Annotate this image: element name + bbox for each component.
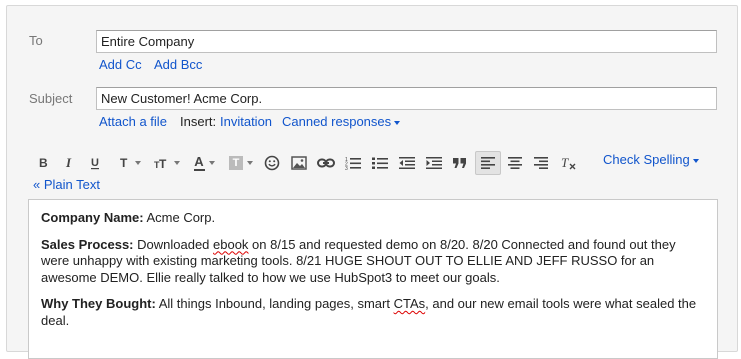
- text-color-icon: A: [193, 153, 205, 171]
- align-right-icon: [534, 157, 548, 169]
- insert-label: Insert:: [180, 114, 217, 129]
- align-left-button[interactable]: [475, 151, 501, 175]
- quote-button[interactable]: [451, 151, 469, 175]
- plain-text-link[interactable]: « Plain Text: [33, 177, 100, 192]
- svg-text:T: T: [561, 156, 569, 170]
- compose-panel: To Entire Company Add Cc Add Bcc Subject…: [6, 5, 738, 359]
- indent-less-icon: [399, 157, 415, 169]
- body-paragraph: Why They Bought: All things Inbound, lan…: [41, 296, 697, 328]
- numbered-list-icon: 123: [345, 157, 361, 170]
- underline-icon: U: [91, 157, 99, 170]
- insert-link-button[interactable]: [316, 151, 336, 175]
- numbered-list-button[interactable]: 123: [344, 151, 362, 175]
- chevron-down-icon: [174, 161, 180, 165]
- svg-text:I: I: [65, 156, 72, 170]
- chevron-down-icon: [208, 161, 215, 165]
- svg-text:T: T: [159, 157, 167, 170]
- background-color-button[interactable]: T: [225, 151, 257, 175]
- svg-text:U: U: [91, 157, 99, 169]
- indent-more-icon: [426, 157, 442, 169]
- font-family-button[interactable]: T: [115, 151, 145, 175]
- svg-text:T: T: [120, 156, 128, 170]
- subject-label: Subject: [29, 91, 73, 106]
- italic-icon: I: [65, 156, 72, 170]
- canned-responses-menu[interactable]: Canned responses: [282, 114, 401, 129]
- insert-image-button[interactable]: [290, 151, 308, 175]
- font-icon: T: [120, 156, 128, 170]
- check-spelling-label: Check Spelling: [603, 152, 690, 167]
- bold-button[interactable]: B: [35, 151, 51, 175]
- add-bcc-link[interactable]: Add Bcc: [154, 57, 202, 72]
- quote-icon: [453, 158, 466, 168]
- italic-button[interactable]: I: [61, 151, 77, 175]
- indent-less-button[interactable]: [398, 151, 416, 175]
- to-label: To: [29, 33, 43, 48]
- chevron-down-icon: [247, 161, 253, 165]
- company-name-label: Company Name:: [41, 210, 144, 225]
- subject-field[interactable]: New Customer! Acme Corp.: [96, 87, 717, 110]
- invitation-link[interactable]: Invitation: [220, 114, 272, 129]
- bulleted-list-button[interactable]: [371, 151, 389, 175]
- smiley-icon: [264, 155, 280, 171]
- remove-formatting-button[interactable]: T: [560, 151, 578, 175]
- bold-icon: B: [39, 156, 48, 170]
- to-field[interactable]: Entire Company: [96, 30, 717, 53]
- image-icon: [291, 156, 307, 170]
- chevron-down-icon: [692, 158, 699, 163]
- bulleted-list-icon: [372, 157, 388, 169]
- font-size-icon: TT: [154, 157, 167, 170]
- why-they-bought-label: Why They Bought:: [41, 296, 156, 311]
- sales-process-label: Sales Process:: [41, 236, 134, 252]
- attach-file-link[interactable]: Attach a file: [99, 114, 167, 129]
- svg-text:B: B: [39, 156, 48, 170]
- align-right-button[interactable]: [532, 151, 550, 175]
- svg-text:3: 3: [345, 166, 348, 170]
- body-paragraph: Company Name: Acme Corp.: [41, 210, 216, 225]
- check-spelling-menu[interactable]: Check Spelling: [603, 152, 699, 167]
- remove-formatting-icon: T: [561, 156, 576, 170]
- message-body[interactable]: Company Name: Acme Corp. Sales Process: …: [28, 199, 718, 359]
- add-cc-link[interactable]: Add Cc: [99, 57, 142, 72]
- chevron-down-icon: [394, 120, 401, 125]
- canned-responses-label: Canned responses: [282, 114, 392, 129]
- align-left-icon: [481, 157, 495, 169]
- body-paragraph: Sales Process: Downloaded ebook on 8/15 …: [41, 236, 676, 285]
- indent-more-button[interactable]: [425, 151, 443, 175]
- emoji-button[interactable]: [263, 151, 281, 175]
- misspelled-word: ebook: [213, 236, 249, 252]
- link-icon: [317, 158, 335, 168]
- align-center-icon: [508, 157, 522, 169]
- font-size-button[interactable]: TT: [152, 151, 182, 175]
- background-color-icon: T: [229, 156, 243, 170]
- align-center-button[interactable]: [506, 151, 524, 175]
- misspelled-word: CTAs: [393, 296, 426, 311]
- text-color-button[interactable]: A: [189, 151, 219, 175]
- underline-button[interactable]: U: [87, 151, 103, 175]
- chevron-down-icon: [135, 161, 141, 165]
